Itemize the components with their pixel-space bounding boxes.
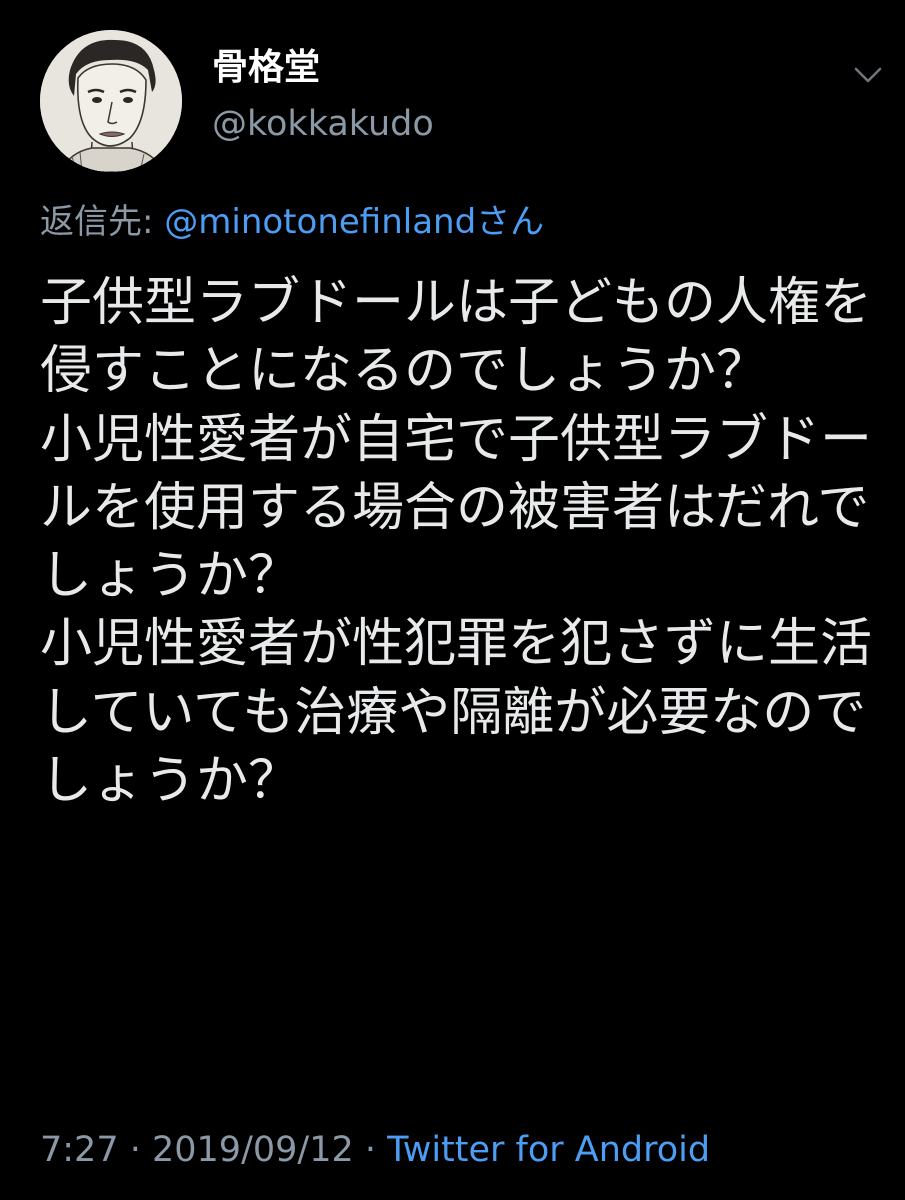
reply-prefix: 返信先: [40,202,165,242]
tweet-meta: 7:27 · 2019/09/12 · Twitter for Android [40,1126,710,1174]
chevron-down-icon [854,67,882,83]
portrait-sketch-icon [40,30,182,172]
tweet-menu-button[interactable] [850,60,886,90]
meta-separator: · [118,1130,152,1170]
tweet-source-link[interactable]: Twitter for Android [387,1130,710,1170]
tweet-time[interactable]: 7:27 [40,1130,119,1170]
tweet-date[interactable]: 2019/09/12 [152,1130,354,1170]
avatar[interactable] [40,30,182,172]
meta-separator: · [353,1130,388,1170]
display-name[interactable]: 骨格堂 [212,48,320,88]
reply-context: 返信先: @minotonefinlandさん [40,200,544,244]
tweet-text: 子供型ラブドールは子どもの人権を侵すことになるのでしょうか？ 小児性愛者が自宅で… [40,273,873,812]
reply-target-link[interactable]: @minotonefinlandさん [164,202,544,242]
user-handle[interactable]: @kokkakudo [212,104,434,144]
